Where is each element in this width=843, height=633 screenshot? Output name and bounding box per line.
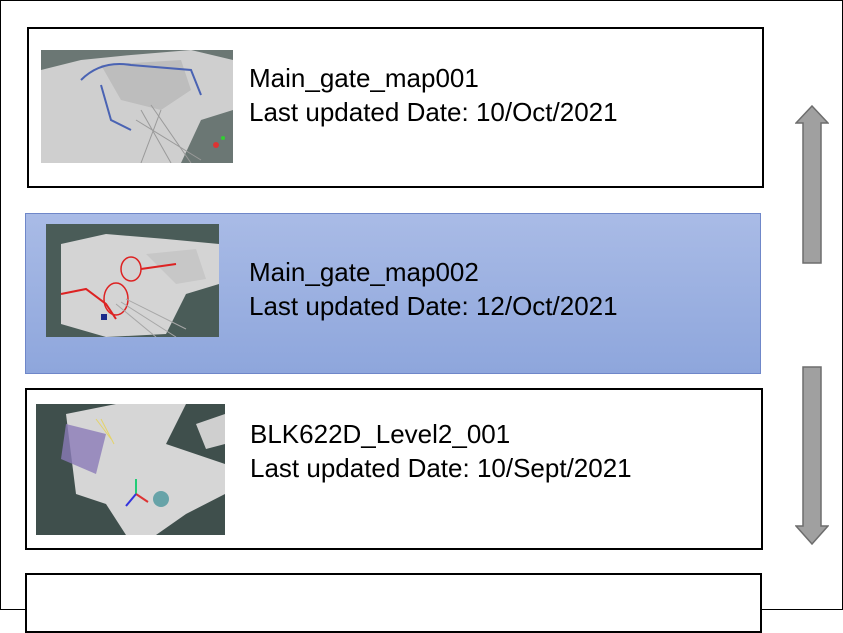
arrow-up-icon[interactable] [795, 105, 829, 265]
map-updated-date: Last updated Date: 10/Sept/2021 [250, 453, 632, 483]
map-updated-date: Last updated Date: 12/Oct/2021 [249, 291, 618, 321]
map-info: BLK622D_Level2_001 Last updated Date: 10… [250, 417, 632, 485]
map-name: Main_gate_map001 [249, 63, 479, 93]
map-list-panel: Main_gate_map001 Last updated Date: 10/O… [0, 0, 843, 633]
map-name: BLK622D_Level2_001 [250, 419, 511, 449]
map-name: Main_gate_map002 [249, 257, 479, 287]
map-list-item-partial[interactable] [25, 573, 762, 633]
map-thumbnail [41, 50, 233, 163]
map-thumbnail [36, 404, 225, 535]
map-info: Main_gate_map001 Last updated Date: 10/O… [249, 61, 618, 129]
map-list-item-selected[interactable]: Main_gate_map002 Last updated Date: 12/O… [25, 213, 761, 374]
arrow-down-icon[interactable] [795, 366, 829, 546]
map-list-item[interactable]: BLK622D_Level2_001 Last updated Date: 10… [25, 388, 763, 550]
map-thumbnail [46, 224, 219, 337]
map-info: Main_gate_map002 Last updated Date: 12/O… [249, 255, 618, 323]
map-updated-date: Last updated Date: 10/Oct/2021 [249, 97, 618, 127]
map-list-item[interactable]: Main_gate_map001 Last updated Date: 10/O… [27, 27, 764, 188]
